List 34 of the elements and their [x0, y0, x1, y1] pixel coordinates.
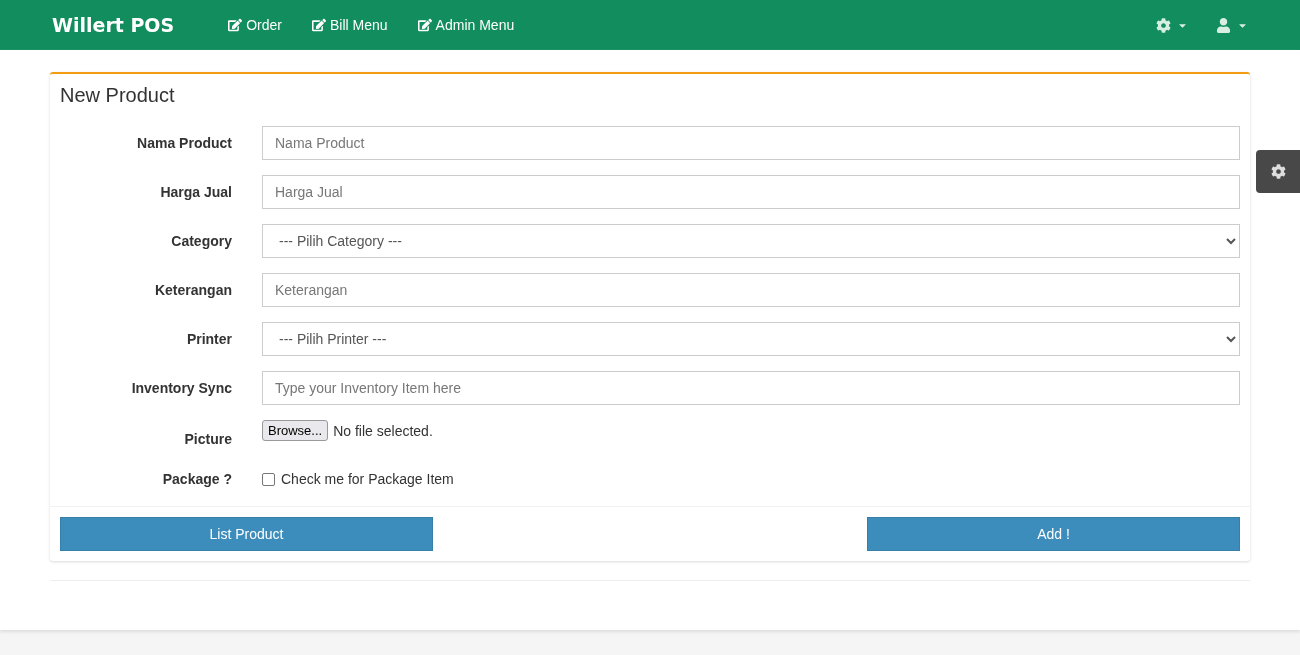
nav-link[interactable]: Order — [228, 17, 282, 33]
checkbox-label: Check me for Package Item — [281, 471, 454, 487]
brand-logo: Willert POS — [52, 14, 175, 36]
settings-icon — [1270, 164, 1286, 179]
text-field[interactable]: Nama Product — [262, 126, 1240, 160]
edit-icon — [417, 18, 432, 32]
text-field[interactable]: Keterangan — [262, 273, 1240, 307]
settings-dropdown[interactable] — [1156, 17, 1188, 33]
field-label: Inventory Sync — [130, 380, 232, 396]
field-label: Harga Jual — [159, 184, 232, 200]
nav-link[interactable]: Bill Menu — [312, 17, 388, 33]
field-label: Keterangan — [153, 282, 232, 298]
select-field[interactable]: --- Pilih Printer --- — [262, 322, 1240, 356]
settings-icon — [1156, 17, 1171, 33]
settings-button[interactable] — [1256, 150, 1300, 193]
field-label: Category — [170, 233, 232, 249]
add-button[interactable]: Add ! — [867, 517, 1240, 551]
select-field[interactable]: --- Pilih Category --- — [262, 224, 1240, 258]
edit-icon — [312, 18, 326, 32]
field-label: Printer — [185, 331, 232, 347]
nav-link[interactable]: Admin Menu — [417, 17, 515, 33]
edit-icon — [228, 18, 243, 32]
text-field[interactable]: Type your Inventory Item here — [262, 371, 1240, 405]
user-icon — [1216, 17, 1231, 33]
checkbox[interactable] — [262, 472, 275, 486]
field-label: Package ? — [161, 471, 232, 487]
field-label: Nama Product — [136, 135, 232, 151]
list-button[interactable]: List Product — [60, 517, 433, 551]
panel-title: New Product — [59, 83, 176, 108]
field-label: Picture — [183, 431, 232, 447]
file-status: No file selected. — [333, 422, 433, 439]
user-dropdown[interactable] — [1216, 17, 1248, 33]
browse-button[interactable]: Browse... — [262, 420, 329, 441]
text-field[interactable]: Harga Jual — [262, 175, 1240, 209]
